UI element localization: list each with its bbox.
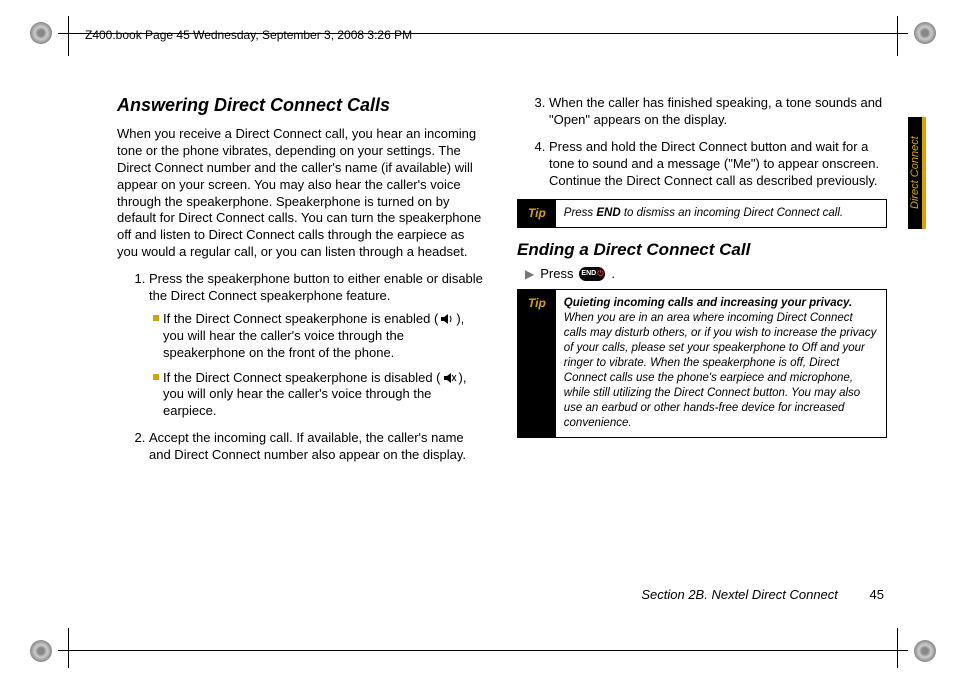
end-key-text: END — [581, 270, 596, 277]
tip-label: Tip — [518, 200, 556, 227]
power-dot-icon: ⏻ — [597, 269, 603, 279]
period: . — [611, 266, 615, 281]
tip-label: Tip — [518, 290, 556, 436]
speaker-off-icon — [443, 371, 457, 385]
section-tab-label: Direct Connect — [908, 117, 922, 229]
crop-ornament-icon — [30, 22, 52, 44]
tip-box-2: Tip Quieting incoming calls and increasi… — [517, 289, 887, 437]
step-1: Press the speakerphone button to either … — [149, 271, 487, 420]
crop-ornament-icon — [30, 640, 52, 662]
crop-ornament-icon — [914, 22, 936, 44]
tip1-pre: Press — [564, 207, 597, 219]
sub-item-enabled: If the Direct Connect speakerphone is en… — [153, 311, 487, 362]
sub1b-pre: If the Direct Connect speakerphone is di… — [163, 370, 441, 385]
press-instruction: ▶ Press END⏻. — [525, 266, 887, 281]
step-4: Press and hold the Direct Connect button… — [549, 139, 887, 190]
tip1-bold: END — [596, 207, 620, 219]
sub-item-disabled: If the Direct Connect speakerphone is di… — [153, 370, 487, 421]
intro-paragraph: When you receive a Direct Connect call, … — [117, 126, 487, 261]
arrow-icon: ▶ — [525, 267, 534, 281]
sub1a-pre: If the Direct Connect speakerphone is en… — [163, 311, 438, 326]
step-1-text: Press the speakerphone button to either … — [149, 271, 483, 303]
page-footer: Section 2B. Nextel Direct Connect 45 — [641, 587, 884, 602]
crop-rule — [58, 650, 908, 651]
step-2: Accept the incoming call. If available, … — [149, 430, 487, 464]
step-3: When the caller has finished speaking, a… — [549, 95, 887, 129]
tip1-post: to dismiss an incoming Direct Connect ca… — [621, 207, 843, 219]
page-content: Answering Direct Connect Calls When you … — [117, 95, 887, 474]
heading-answering: Answering Direct Connect Calls — [117, 95, 487, 116]
tip-box-1: Tip Press END to dismiss an incoming Dir… — [517, 199, 887, 228]
crop-rule — [897, 628, 898, 668]
left-column: Answering Direct Connect Calls When you … — [117, 95, 487, 474]
steps-list-continued: When the caller has finished speaking, a… — [517, 95, 887, 189]
bullet-icon — [153, 315, 159, 321]
crop-rule — [68, 16, 69, 56]
press-label: Press — [540, 266, 573, 281]
speaker-on-icon — [440, 312, 454, 326]
steps-list: Press the speakerphone button to either … — [117, 271, 487, 464]
document-header: Z400.book Page 45 Wednesday, September 3… — [85, 28, 412, 42]
footer-section: Section 2B. Nextel Direct Connect — [641, 587, 838, 602]
heading-ending: Ending a Direct Connect Call — [517, 240, 887, 260]
section-tab: Direct Connect — [908, 117, 926, 229]
crop-ornament-icon — [914, 640, 936, 662]
end-key-icon: END⏻ — [579, 267, 605, 281]
tip-body: Quieting incoming calls and increasing y… — [556, 290, 886, 436]
tip2-bold: Quieting incoming calls and increasing y… — [564, 297, 852, 309]
crop-rule — [897, 16, 898, 56]
footer-page-number: 45 — [870, 587, 884, 602]
tip-body: Press END to dismiss an incoming Direct … — [556, 200, 886, 227]
bullet-icon — [153, 374, 159, 380]
right-column: When the caller has finished speaking, a… — [517, 95, 887, 474]
crop-rule — [68, 628, 69, 668]
sub-list: If the Direct Connect speakerphone is en… — [153, 311, 487, 420]
tip2-body: When you are in an area where incoming D… — [564, 312, 877, 429]
